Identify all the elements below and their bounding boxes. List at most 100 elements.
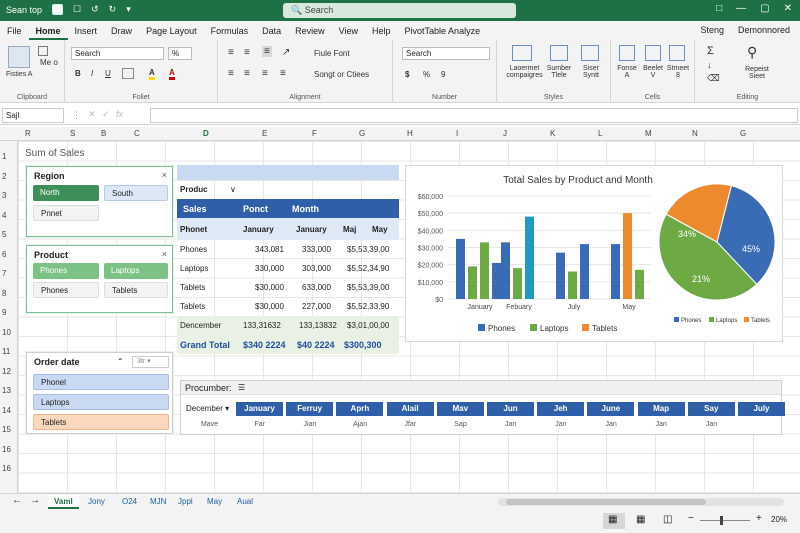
col-header[interactable]: F <box>312 129 317 138</box>
row-header[interactable]: 9 <box>2 308 6 317</box>
row-header[interactable]: 14 <box>2 406 11 415</box>
slicer-item-3[interactable]: Pnnet <box>33 205 99 221</box>
col-header[interactable]: J <box>503 129 507 138</box>
currency-button[interactable]: $ <box>405 70 409 79</box>
col-header[interactable]: L <box>598 129 602 138</box>
timeline-month[interactable]: Ferruy <box>286 402 334 416</box>
redo-icon[interactable]: ↻ <box>109 4 117 15</box>
copy-button[interactable]: Me o <box>40 58 58 67</box>
menu-right-1[interactable]: Steng <box>700 25 724 35</box>
paste-button[interactable]: Fisties A <box>6 71 36 78</box>
close-icon[interactable]: ✕ <box>784 3 792 14</box>
row-header[interactable]: 5 <box>2 230 6 239</box>
enter-icon[interactable]: ✓ <box>102 109 110 120</box>
zoom-out-icon[interactable]: − <box>688 513 694 524</box>
orientation-icon[interactable]: ↗ <box>282 47 290 58</box>
row-header[interactable]: 2 <box>2 172 6 181</box>
pivot-row[interactable]: Phones 343,081 333,000 $5,53,39,00 <box>177 240 399 259</box>
slicer-item-north[interactable]: North <box>33 185 99 201</box>
bar-mark[interactable] <box>492 262 501 299</box>
pivot-row[interactable]: Tablets $30,000 227,000 $5,52,33,90 <box>177 297 399 316</box>
pivot-row[interactable]: Laptops 330,000 303,000 $5,52,34,90 <box>177 259 399 278</box>
col-header[interactable]: G <box>359 129 365 138</box>
conditional-format-button[interactable]: Laoermet compaigres <box>502 65 547 79</box>
search-input[interactable]: 🔍 Search <box>283 3 516 18</box>
row-header[interactable]: 8 <box>2 289 6 298</box>
horizontal-scrollbar[interactable] <box>498 498 784 506</box>
zoom-in-icon[interactable]: + <box>756 513 762 524</box>
bold-button[interactable]: B <box>75 69 81 78</box>
scrollbar-thumb[interactable] <box>506 499 706 505</box>
find-icon[interactable]: ⚲ <box>747 44 757 61</box>
timeline-subperiod[interactable]: Jan <box>487 421 534 433</box>
row-header[interactable]: 10 <box>2 328 11 337</box>
sheet-tab[interactable]: May <box>201 495 228 509</box>
timeline-month[interactable]: July <box>738 402 785 416</box>
cell-styles-button[interactable]: Siser Syntt <box>577 65 605 79</box>
col-header[interactable]: M <box>645 129 652 138</box>
timeline-month[interactable]: Alail <box>386 402 434 416</box>
zoom-slider-thumb[interactable] <box>720 516 723 525</box>
sort-filter-button[interactable]: Repeist Sieet <box>737 66 777 80</box>
delete-cells-icon[interactable] <box>645 45 661 61</box>
excel-icon[interactable] <box>52 4 64 15</box>
autosum-icon[interactable]: Σ <box>707 45 714 57</box>
sheet-tab[interactable]: MJN <box>144 495 172 509</box>
bar-mark[interactable] <box>580 244 589 299</box>
zoom-level[interactable]: 20% <box>771 515 787 524</box>
row-header[interactable]: 15 <box>2 425 11 434</box>
menu-review[interactable]: Review <box>288 21 332 40</box>
col-header[interactable]: C <box>134 129 140 138</box>
prev-sheet-icon[interactable]: ← <box>12 495 22 506</box>
save-icon[interactable]: ☐ <box>73 4 81 15</box>
timeline-month[interactable]: Mav <box>436 402 484 416</box>
bar-mark[interactable] <box>468 266 477 299</box>
sheet-tab[interactable]: Jony <box>82 495 111 509</box>
row-header[interactable]: 3 <box>2 191 6 200</box>
bar-mark[interactable] <box>611 244 620 299</box>
cut-icon[interactable] <box>38 46 48 56</box>
clear-icon[interactable]: ⌫ <box>707 73 720 84</box>
align-left-icon[interactable]: ≡ <box>228 68 234 79</box>
timeline-month[interactable]: Jun <box>487 402 534 416</box>
col-header[interactable]: E <box>262 129 267 138</box>
bar-mark[interactable] <box>480 242 489 299</box>
timeline-subperiod[interactable]: Far <box>236 421 283 433</box>
menu-formulas[interactable]: Formulas <box>204 21 256 40</box>
timeline-level-select[interactable]: December ▾ <box>183 402 235 416</box>
page-layout-icon[interactable]: ▦ <box>636 514 645 525</box>
sheet-tab[interactable]: Aual <box>231 495 259 509</box>
pivot-row[interactable]: Tablets $30,000 633,000 $5,53,39,00 <box>177 278 399 297</box>
bar-mark[interactable] <box>635 269 644 299</box>
timeline-month[interactable]: Map <box>637 402 685 416</box>
row-header[interactable]: 16 <box>2 445 11 454</box>
formula-input[interactable] <box>150 108 798 123</box>
col-header[interactable]: B <box>101 129 106 138</box>
bar-mark[interactable] <box>456 238 465 299</box>
format-table-button[interactable]: Sumber Tlele <box>545 65 573 79</box>
comma-button[interactable]: 9 <box>441 70 445 79</box>
next-sheet-icon[interactable]: → <box>30 495 40 506</box>
slicer-item-tablets[interactable]: Tablets <box>104 282 168 298</box>
font-size-select[interactable]: % <box>168 47 192 60</box>
col-header[interactable]: I <box>456 129 458 138</box>
timeline-filter-icon[interactable]: ☰ <box>238 383 245 392</box>
bar-mark[interactable] <box>556 252 565 299</box>
row-header[interactable]: 7 <box>2 269 6 278</box>
undo-icon[interactable]: ↺ <box>91 4 99 15</box>
italic-button[interactable]: I <box>91 69 93 78</box>
maximize-icon[interactable]: ▢ <box>760 3 769 14</box>
timeline-subperiod[interactable]: Jan <box>638 421 685 433</box>
date-item-2[interactable]: Laptops <box>33 394 169 410</box>
delete-cells-button[interactable]: Beelet V <box>642 65 664 79</box>
number-format-select[interactable]: Search <box>402 47 490 60</box>
align-top-icon[interactable]: ≡ <box>228 47 234 58</box>
paste-icon[interactable] <box>8 46 30 68</box>
timeline-subperiod[interactable]: Jan <box>688 421 735 433</box>
slicer-item-south[interactable]: South <box>104 185 168 201</box>
insert-cells-button[interactable]: Fonse A <box>617 65 637 79</box>
bar-mark[interactable] <box>513 268 522 299</box>
col-header[interactable]: S <box>70 129 75 138</box>
menu-help[interactable]: Help <box>365 21 398 40</box>
clear-filter-icon[interactable]: × <box>162 249 167 259</box>
